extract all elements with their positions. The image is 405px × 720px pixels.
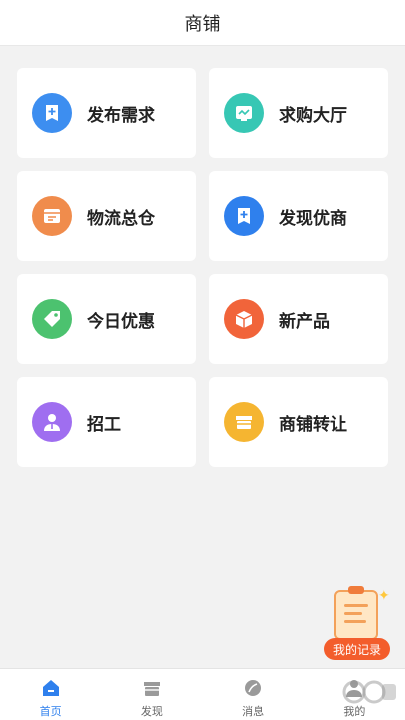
worker-icon [32,402,72,442]
card-new-product[interactable]: 新产品 [209,274,388,364]
box-icon [224,299,264,339]
card-post-demand[interactable]: 发布需求 [17,68,196,158]
card-store-transfer[interactable]: 商铺转让 [209,377,388,467]
post-demand-icon [32,93,72,133]
watermark-logo [340,668,400,718]
page-title: 商铺 [184,13,221,35]
tab-home[interactable]: 首页 [0,669,101,720]
store-transfer-icon [224,402,264,442]
card-discover-merchant[interactable]: 发现优商 [209,171,388,261]
discover-merchant-icon [224,196,264,236]
top-bar: 商铺 [0,0,405,46]
card-label: 新产品 [279,311,330,332]
clipboard-icon [334,586,378,640]
tab-discover[interactable]: 发现 [101,669,202,720]
tab-messages[interactable]: 消息 [203,669,304,720]
my-records-label: 我的记录 [324,638,390,660]
card-today-deals[interactable]: 今日优惠 [17,274,196,364]
logistics-icon [32,196,72,236]
sparkle-icon: ✦ [378,588,390,604]
card-label: 物流总仓 [87,208,155,229]
card-logistics[interactable]: 物流总仓 [17,171,196,261]
purchase-hall-icon [224,93,264,133]
card-label: 求购大厅 [279,105,347,126]
my-records-button[interactable]: ✦ 我的记录 [322,586,394,666]
tab-label: 发现 [140,705,163,718]
card-label: 招工 [87,414,121,435]
tab-label: 消息 [242,705,265,718]
leaf-icon [242,677,264,699]
card-label: 商铺转让 [279,414,347,435]
card-label: 发布需求 [87,105,155,126]
card-recruit[interactable]: 招工 [17,377,196,467]
card-label: 发现优商 [279,208,347,229]
home-icon [40,677,62,699]
card-purchase-hall[interactable]: 求购大厅 [209,68,388,158]
tag-icon [32,299,72,339]
shop-icon [141,677,163,699]
tab-label: 首页 [39,705,62,718]
card-label: 今日优惠 [87,311,155,332]
